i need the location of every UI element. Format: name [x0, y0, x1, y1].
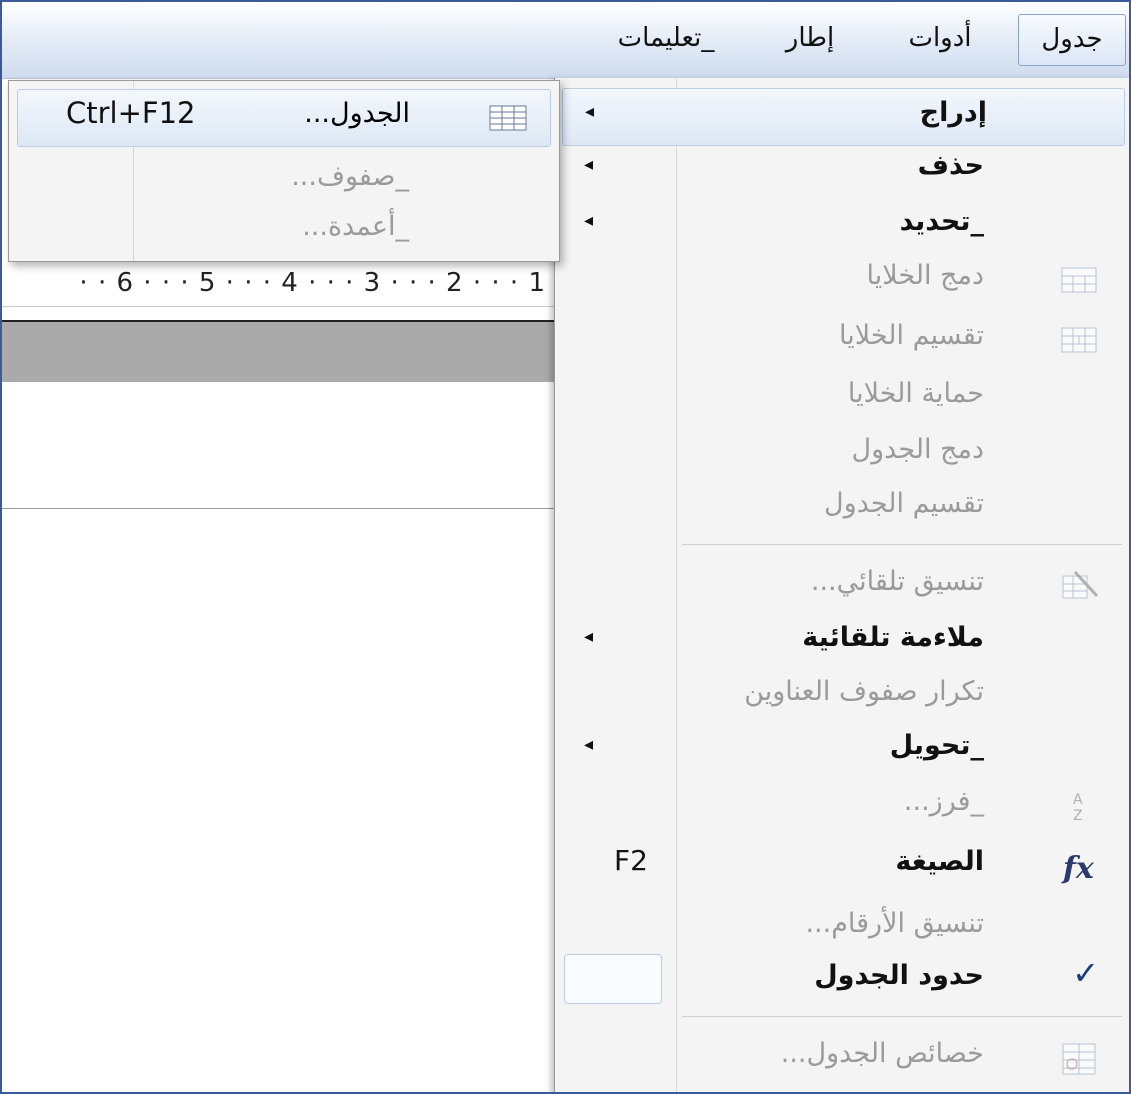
menu-item-merge-cells[interactable]: دمج الخلايا	[554, 252, 1129, 308]
submenu-item-label: _أعمدة...	[302, 211, 409, 242]
document-gray-bar	[2, 320, 554, 384]
menu-item-delete[interactable]: حذف ◂	[554, 142, 1129, 198]
submenu-item-columns[interactable]: _أعمدة...	[17, 203, 549, 259]
submenu-item-label: الجدول...	[304, 98, 410, 129]
menu-item-protect-cells[interactable]: حماية الخلايا	[554, 370, 1129, 426]
menu-item-split-cells[interactable]: تقسيم الخلايا	[554, 312, 1129, 368]
checkmark-icon: ✓	[1072, 954, 1099, 992]
menu-item-label: تكرار صفوف العناوين	[744, 676, 984, 707]
insert-submenu: الجدول... Ctrl+F12 _صفوف... _أعمدة...	[8, 80, 560, 262]
ruler: · · 6 · · · 5 · · · 4 · · · 3 · · · 2 · …	[2, 264, 554, 307]
submenu-item-table[interactable]: الجدول... Ctrl+F12	[17, 89, 551, 147]
menu-item-repeat-heading-rows[interactable]: تكرار صفوف العناوين	[554, 668, 1129, 724]
submenu-arrow-icon: ◂	[584, 734, 594, 755]
menubar: جدول أدوات إطار _تعليمات	[2, 2, 1129, 79]
menu-item-label: دمج الجدول	[851, 434, 984, 465]
menu-item-formula[interactable]: fx الصيغة F2	[554, 838, 1129, 894]
ruler-ticks: · · 6 · · · 5 · · · 4 · · · 3 · · · 2 · …	[79, 268, 546, 298]
menu-item-label: خصائص الجدول...	[780, 1038, 984, 1069]
split-cells-icon	[1059, 320, 1099, 360]
menu-help[interactable]: _تعليمات	[586, 14, 746, 64]
formula-icon: fx	[1059, 846, 1099, 886]
menu-item-label: تنسيق الأرقام...	[805, 908, 984, 939]
shortcut-label: Ctrl+F12	[66, 96, 196, 130]
menu-item-label: حدود الجدول	[814, 960, 984, 991]
menu-item-label: تقسيم الجدول	[824, 488, 984, 519]
menu-item-label: إدراج	[919, 97, 987, 128]
document-table-area	[2, 382, 554, 509]
menu-item-table-properties[interactable]: خصائص الجدول...	[554, 1030, 1129, 1086]
menu-item-autoformat[interactable]: تنسيق تلقائي...	[554, 558, 1129, 614]
menu-item-convert[interactable]: _تحويل ◂	[554, 722, 1129, 778]
menu-item-split-table[interactable]: تقسيم الجدول	[554, 480, 1129, 536]
merge-cells-icon	[1059, 260, 1099, 300]
svg-text:Z: Z	[1073, 808, 1083, 824]
table-properties-icon	[1059, 1038, 1099, 1078]
menu-item-select[interactable]: _تحديد ◂	[554, 198, 1129, 254]
menu-tools[interactable]: أدوات	[888, 14, 992, 64]
document-body	[2, 509, 554, 1092]
menu-item-sort[interactable]: AZ _فرز...	[554, 778, 1129, 834]
submenu-arrow-icon: ◂	[584, 210, 594, 231]
menu-item-merge-table[interactable]: دمج الجدول	[554, 426, 1129, 482]
menu-table[interactable]: جدول	[1018, 14, 1126, 66]
menu-item-label: _تحديد	[899, 206, 984, 237]
menu-item-insert[interactable]: إدراج ◂	[562, 88, 1125, 146]
menu-item-label: حماية الخلايا	[847, 378, 984, 409]
submenu-item-rows[interactable]: _صفوف...	[17, 153, 549, 209]
menu-item-autofit[interactable]: ملاءمة تلقائية ◂	[554, 614, 1129, 670]
borders-preview-box	[564, 954, 662, 1004]
menu-item-label: دمج الخلايا	[866, 260, 984, 291]
submenu-arrow-icon: ◂	[585, 101, 595, 122]
submenu-arrow-icon: ◂	[584, 626, 594, 647]
menu-item-label: الصيغة	[895, 846, 984, 877]
shortcut-label: F2	[614, 844, 648, 877]
menu-item-number-format[interactable]: تنسيق الأرقام...	[554, 900, 1129, 956]
svg-text:fx: fx	[1061, 851, 1095, 886]
menu-item-label: _فرز...	[903, 786, 984, 817]
autoformat-icon	[1059, 566, 1099, 606]
submenu-item-label: _صفوف...	[291, 161, 409, 192]
window-frame: جدول أدوات إطار _تعليمات · · 6 · · · 5 ·…	[0, 0, 1131, 1094]
svg-text:A: A	[1073, 792, 1083, 808]
menu-separator	[682, 1016, 1122, 1017]
menu-item-label: _تحويل	[889, 730, 984, 761]
menu-item-label: ملاءمة تلقائية	[802, 622, 984, 653]
sort-icon: AZ	[1059, 786, 1099, 826]
table-icon	[488, 102, 528, 134]
menu-separator	[682, 544, 1122, 545]
menu-item-label: تقسيم الخلايا	[839, 320, 984, 351]
menu-item-table-borders[interactable]: ✓ حدود الجدول	[554, 952, 1129, 1008]
menu-item-label: حذف	[917, 150, 984, 181]
menu-item-label: تنسيق تلقائي...	[810, 566, 984, 597]
menu-frame[interactable]: إطار	[762, 14, 858, 64]
submenu-arrow-icon: ◂	[584, 154, 594, 175]
